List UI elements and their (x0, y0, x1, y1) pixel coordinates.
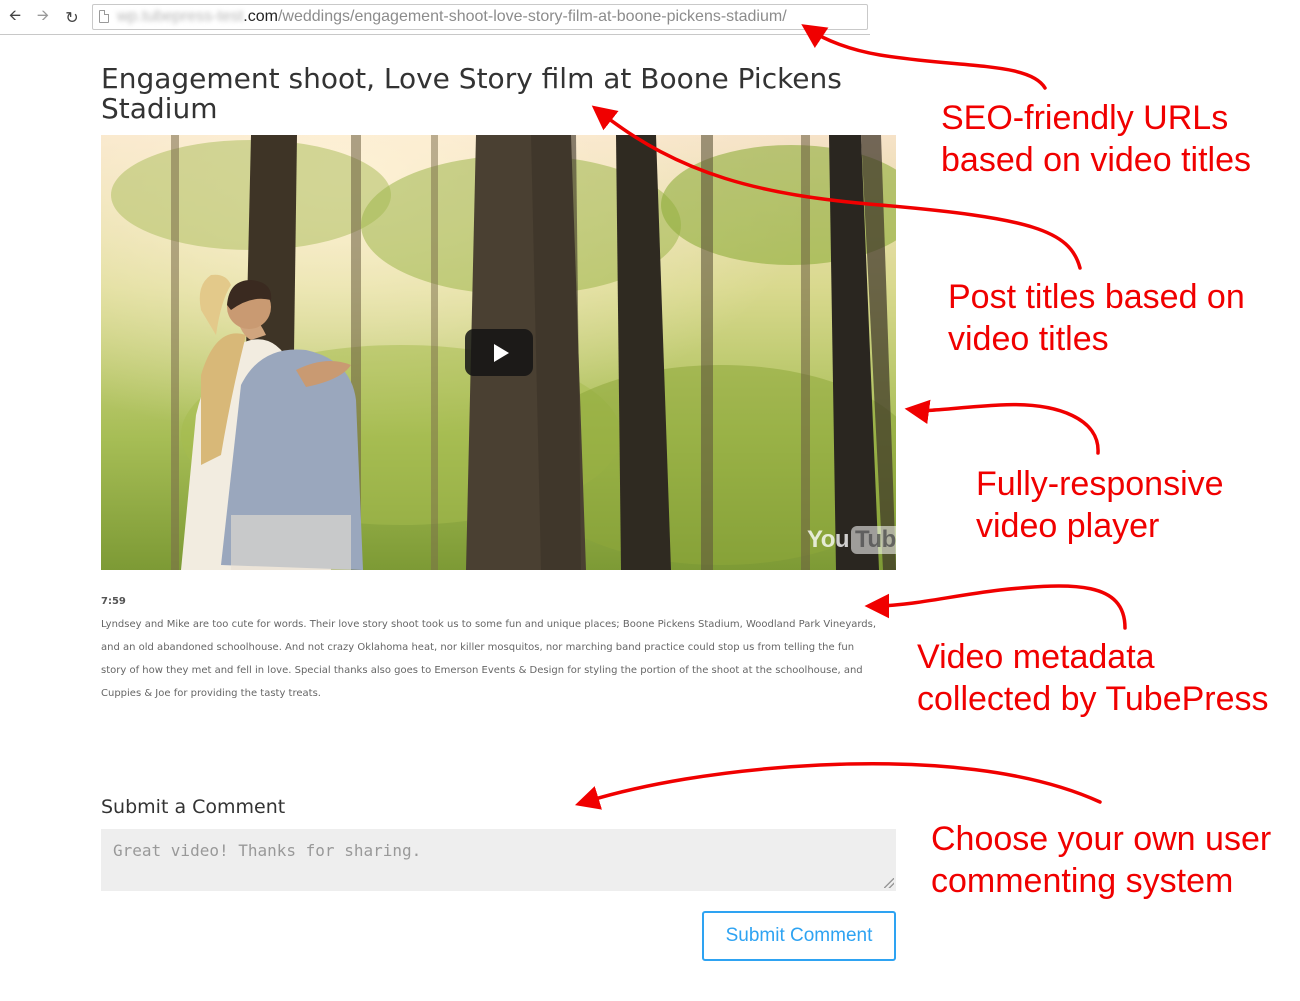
comment-heading: Submit a Comment (101, 796, 286, 818)
annotation-commenting-system: Choose your own user commenting system (931, 818, 1271, 902)
youtube-logo-tube: Tube (851, 526, 896, 554)
submit-comment-button[interactable]: Submit Comment (702, 911, 896, 961)
annotation-line: commenting system (931, 862, 1234, 900)
browser-toolbar: 🡨 🡪 ↻ wp.tubepress-test.com/weddings/eng… (0, 0, 870, 35)
annotation-line: collected by TubePress (917, 680, 1269, 718)
url-path: /weddings/engagement-shoot-love-story-fi… (277, 8, 787, 25)
annotation-line: Fully-responsive (976, 465, 1224, 503)
play-button[interactable] (465, 329, 533, 376)
arrow-to-player (904, 399, 1100, 455)
arrow-left-icon[interactable]: 🡨 (5, 6, 25, 26)
url-host: wp.tubepress-test (117, 8, 244, 25)
arrow-to-metadata (864, 584, 1127, 630)
video-description: Lyndsey and Mike are too cute for words.… (101, 619, 877, 699)
video-player[interactable]: YouTube (101, 135, 896, 570)
reload-icon[interactable]: ↻ (62, 8, 82, 27)
arrow-to-comment (574, 762, 1102, 810)
annotation-post-titles: Post titles based on video titles (948, 276, 1245, 360)
url-text[interactable]: wp.tubepress-test.com/weddings/engagemen… (117, 8, 787, 26)
annotation-line: video player (976, 507, 1160, 545)
page-icon (99, 10, 109, 23)
resize-grip-icon[interactable] (884, 878, 894, 888)
annotation-line: Post titles based on (948, 278, 1245, 316)
annotation-line: Choose your own user (931, 820, 1272, 858)
annotation-line: SEO-friendly URLs (941, 99, 1229, 137)
address-bar[interactable]: wp.tubepress-test.com/weddings/engagemen… (92, 4, 868, 30)
arrow-right-icon[interactable]: 🡪 (33, 6, 53, 26)
annotation-seo-urls: SEO-friendly URLs based on video titles (941, 97, 1251, 181)
play-icon (493, 343, 509, 362)
annotation-line: video titles (948, 320, 1109, 358)
youtube-logo[interactable]: YouTube (807, 525, 896, 555)
youtube-logo-you: You (807, 526, 850, 553)
post-title: Engagement shoot, Love Story film at Boo… (101, 62, 842, 125)
annotation-line: Video metadata (917, 638, 1155, 676)
url-domain: .com (243, 8, 278, 25)
annotation-video-metadata: Video metadata collected by TubePress (917, 636, 1269, 720)
video-duration: 7:59 (101, 596, 126, 607)
annotation-line: based on video titles (941, 141, 1251, 179)
comment-field[interactable] (101, 829, 896, 891)
annotation-responsive-player: Fully-responsive video player (976, 463, 1224, 547)
